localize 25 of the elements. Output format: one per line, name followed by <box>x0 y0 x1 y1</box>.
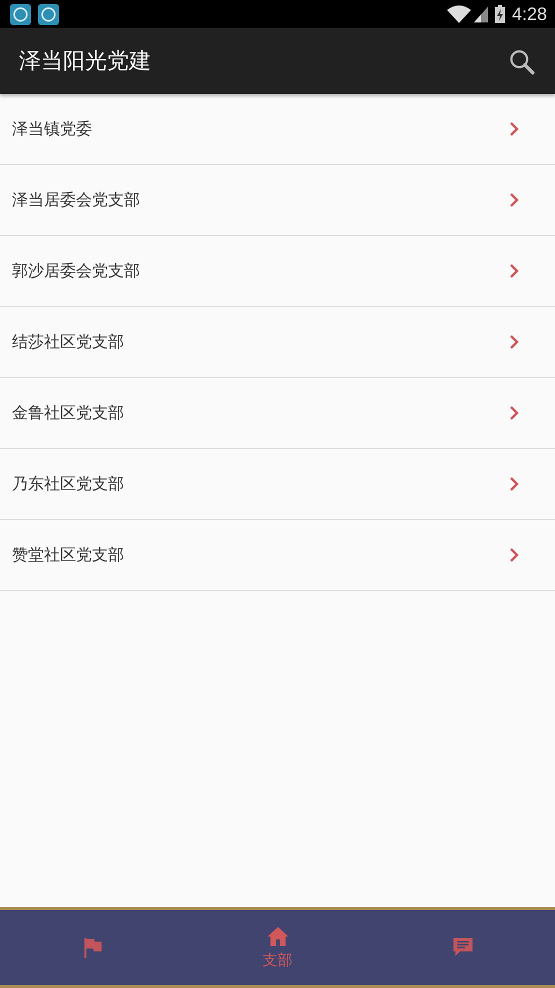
app-title: 泽当阳光党建 <box>19 48 151 76</box>
list-item[interactable]: 乃东社区党支部 <box>0 449 555 520</box>
list-item[interactable]: 郭沙居委会党支部 <box>0 236 555 307</box>
chevron-icon <box>509 405 519 421</box>
list-item[interactable]: 泽当镇党委 <box>0 94 555 165</box>
app-icon <box>10 4 31 24</box>
battery-icon <box>494 5 505 23</box>
list-item[interactable]: 结莎社区党支部 <box>0 307 555 378</box>
chevron-icon <box>509 334 519 350</box>
chevron-icon <box>509 263 519 279</box>
home-icon <box>266 926 290 946</box>
search-icon[interactable] <box>508 48 535 74</box>
wifi-icon <box>446 5 471 23</box>
clock: 4:28 <box>512 4 547 24</box>
chevron-icon <box>509 476 519 492</box>
signal-icon <box>474 6 488 22</box>
list-item[interactable]: 泽当居委会党支部 <box>0 165 555 236</box>
list-item[interactable]: 赞堂社区党支部 <box>0 520 555 591</box>
app-icon <box>38 4 59 24</box>
chevron-icon <box>509 192 519 208</box>
chevron-icon <box>509 121 519 137</box>
chevron-icon <box>509 547 519 563</box>
chat-icon <box>452 937 474 958</box>
list-item[interactable]: 金鲁社区党支部 <box>0 378 555 449</box>
flag-icon <box>82 937 104 958</box>
